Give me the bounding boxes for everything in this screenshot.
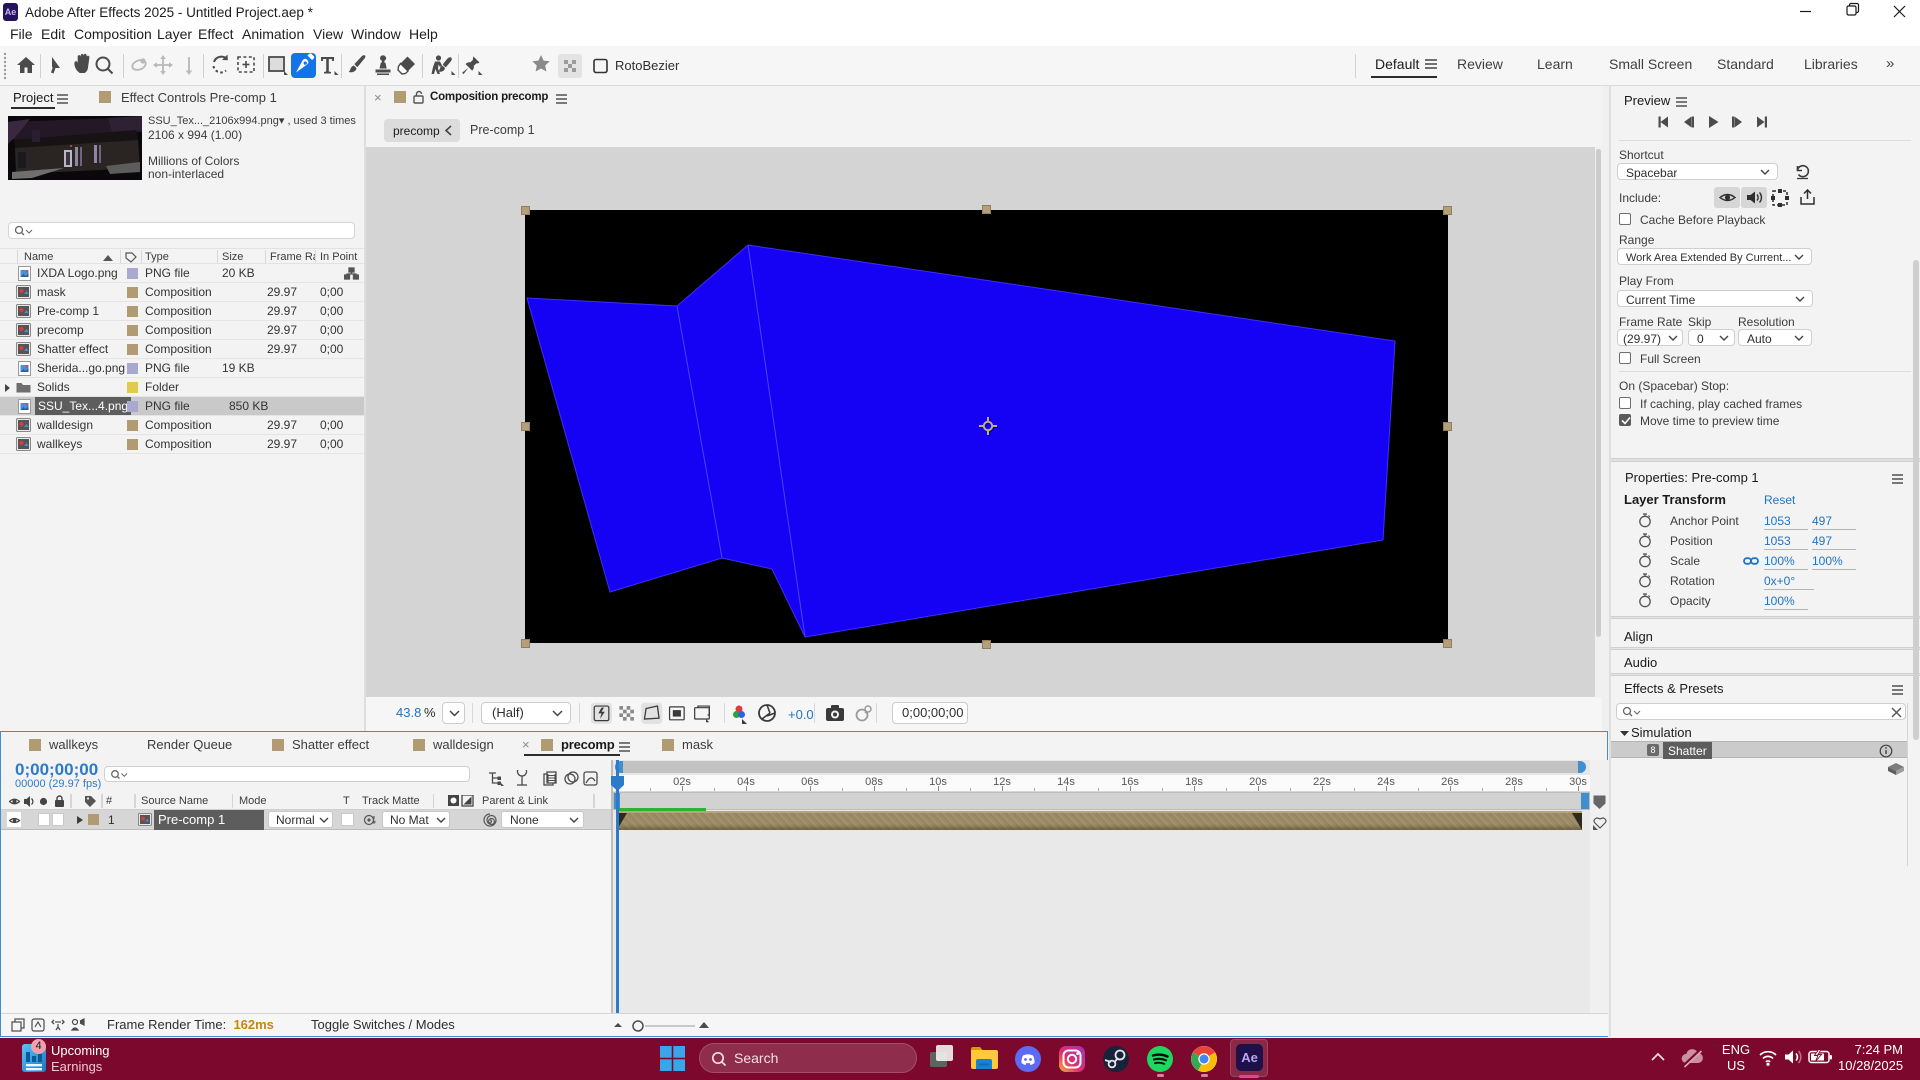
svg-text:+0.0: +0.0	[788, 707, 814, 722]
svg-text:RotoBezier: RotoBezier	[615, 58, 680, 73]
